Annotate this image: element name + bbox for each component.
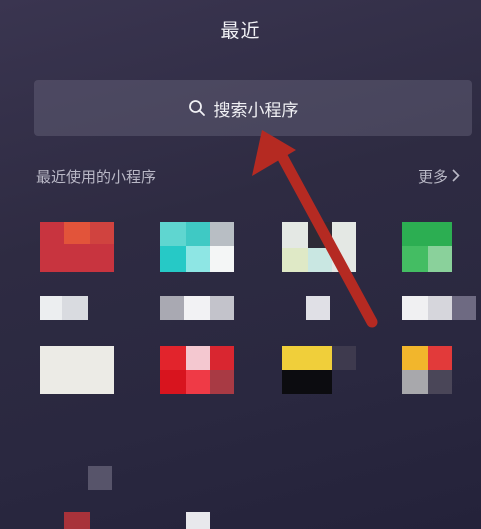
search-label: 搜索小程序 — [213, 100, 299, 121]
more-label: 更多 — [418, 168, 449, 186]
mini-program-icon[interactable] — [40, 346, 114, 394]
more-link[interactable]: 更多 — [418, 166, 460, 187]
mini-program-icon[interactable] — [186, 512, 210, 529]
chevron-right-icon — [452, 168, 460, 186]
mini-program-label — [402, 296, 476, 320]
mini-program-label — [306, 296, 330, 320]
mini-program-icon[interactable] — [40, 222, 114, 272]
search-bar[interactable]: 搜索小程序 — [34, 80, 472, 136]
mini-program-icon[interactable] — [64, 512, 90, 529]
recent-section-title: 最近使用的小程序 — [36, 168, 157, 186]
mini-program-label — [88, 466, 112, 490]
mini-program-icon[interactable] — [282, 222, 356, 272]
mini-program-icon[interactable] — [160, 346, 234, 394]
mini-program-label — [160, 296, 234, 320]
mini-program-icon[interactable] — [402, 222, 452, 272]
page-title: 最近 — [220, 20, 261, 42]
search-inner: 搜索小程序 — [188, 96, 299, 121]
mini-program-icon[interactable] — [402, 346, 452, 394]
search-icon — [188, 99, 206, 117]
mini-program-icon[interactable] — [282, 346, 356, 394]
mini-program-label — [40, 296, 88, 320]
mini-program-icon[interactable] — [160, 222, 234, 272]
